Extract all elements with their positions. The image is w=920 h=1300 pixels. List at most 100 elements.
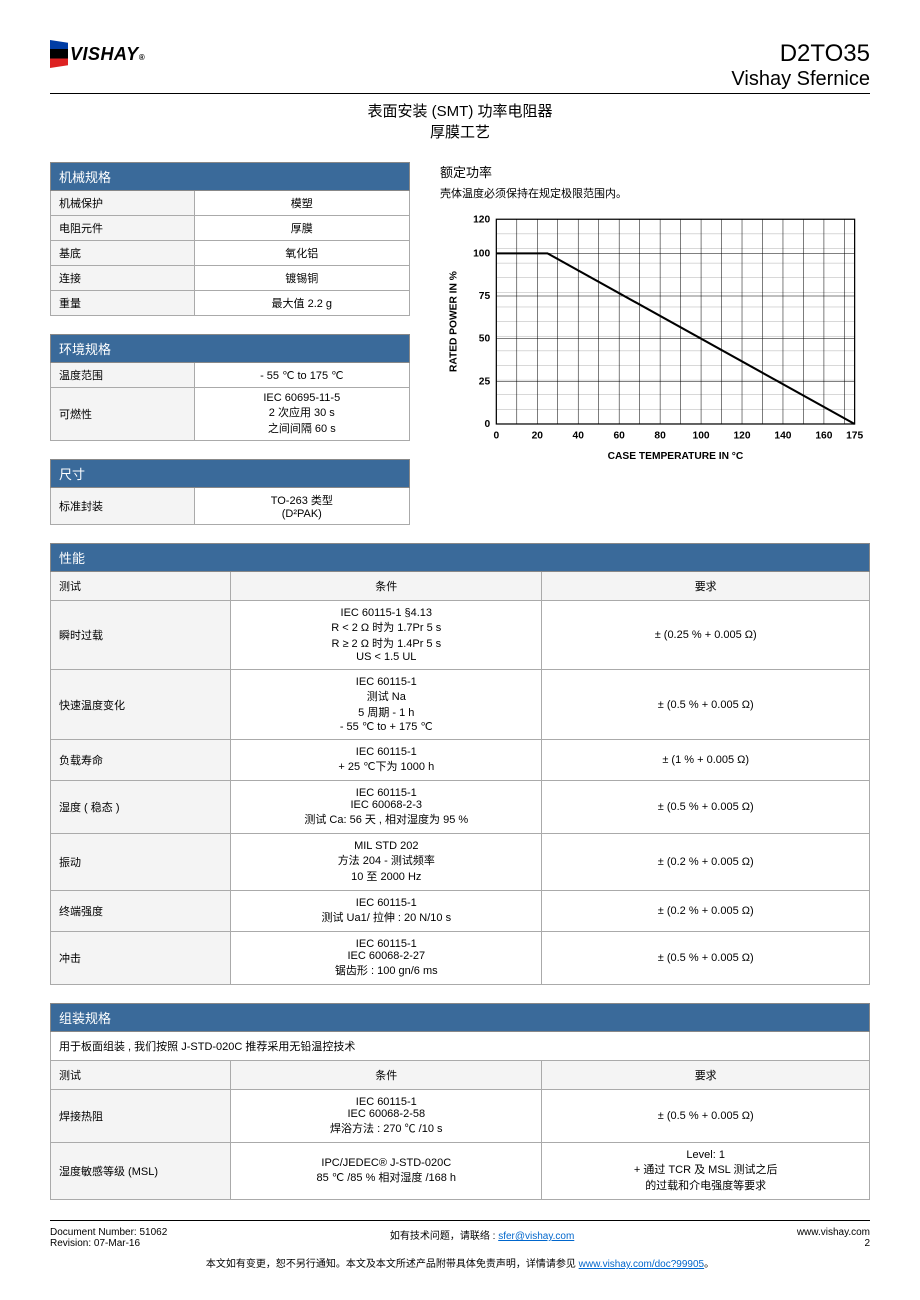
svg-text:CASE TEMPERATURE IN °C: CASE TEMPERATURE IN °C <box>608 451 744 462</box>
table-row-label: 电阻元件 <box>51 216 195 241</box>
table-row-test: 湿度 ( 稳态 ) <box>51 781 231 834</box>
title-line1: 表面安装 (SMT) 功率电阻器 <box>50 100 870 121</box>
svg-text:175: 175 <box>846 430 863 441</box>
table-row-value: 镀锡铜 <box>194 266 409 291</box>
table-row-value: 厚膜 <box>194 216 409 241</box>
docnum-label: Document Number: <box>50 1227 137 1238</box>
svg-text:120: 120 <box>473 214 490 225</box>
svg-text:75: 75 <box>479 291 491 302</box>
rated-power-sub: 壳体温度必须保持在规定极限范围内。 <box>440 185 870 201</box>
title-line2: 厚膜工艺 <box>50 121 870 142</box>
assembly-col-req: 要求 <box>542 1061 870 1090</box>
perf-title: 性能 <box>51 544 870 572</box>
performance-table: 性能 测试 条件 要求 瞬时过载IEC 60115-1 §4.13R < 2 Ω… <box>50 543 870 985</box>
vishay-logo: VISHAY® <box>50 40 145 68</box>
table-row-cond: IEC 60115-1 §4.13R < 2 Ω 时为 1.7Pr 5 sR ≥… <box>231 601 542 670</box>
environmental-spec-table: 环境规格 温度范围- 55 ℃ to 175 ℃可燃性IEC 60695-11-… <box>50 334 410 441</box>
footer-mid: 如有技术问题，请联络 : sfer@vishay.com <box>390 1227 574 1249</box>
table-row-value: - 55 ℃ to 175 ℃ <box>194 363 409 388</box>
brand-name: Vishay Sfernice <box>731 68 870 91</box>
table-row-req: ± (0.2 % + 0.005 Ω) <box>542 891 870 932</box>
perf-col-req: 要求 <box>542 572 870 601</box>
table-row-value: TO-263 类型(D²PAK) <box>194 488 409 525</box>
table-row-req: ± (0.2 % + 0.005 Ω) <box>542 834 870 891</box>
table-row-cond: IEC 60115-1测试 Ua1/ 拉伸 : 20 N/10 s <box>231 891 542 932</box>
table-row-label: 重量 <box>51 291 195 316</box>
table-row-cond: IEC 60115-1IEC 60068-2-27锯齿形 : 100 gn/6 … <box>231 932 542 985</box>
table-row-req: ± (0.5 % + 0.005 Ω) <box>542 1090 870 1143</box>
logo-flag-icon <box>50 40 68 68</box>
dim-title: 尺寸 <box>51 460 410 488</box>
table-row-label: 基底 <box>51 241 195 266</box>
table-row-label: 可燃性 <box>51 388 195 441</box>
derating-chart: 0204060801001201401601750255075100120CAS… <box>440 209 870 465</box>
svg-text:40: 40 <box>573 430 585 441</box>
logo-text: VISHAY® <box>70 44 145 65</box>
table-row-test: 振动 <box>51 834 231 891</box>
disclaimer-link[interactable]: www.vishay.com/doc?99905 <box>579 1259 704 1270</box>
env-title: 环境规格 <box>51 335 410 363</box>
table-row-test: 冲击 <box>51 932 231 985</box>
mech-title: 机械规格 <box>51 163 410 191</box>
table-row-label: 标准封装 <box>51 488 195 525</box>
svg-text:140: 140 <box>774 430 791 441</box>
table-row-value: 模塑 <box>194 191 409 216</box>
table-row-cond: IEC 60115-1IEC 60068-2-3测试 Ca: 56 天 , 相对… <box>231 781 542 834</box>
svg-text:80: 80 <box>654 430 666 441</box>
svg-text:100: 100 <box>693 430 710 441</box>
table-row-req: Level: 1+ 通过 TCR 及 MSL 测试之后的过载和介电强度等要求 <box>542 1143 870 1200</box>
table-row-test: 焊接热阻 <box>51 1090 231 1143</box>
perf-col-test: 测试 <box>51 572 231 601</box>
footer: Document Number: 51062 Revision: 07-Mar-… <box>50 1220 870 1249</box>
mechanical-spec-table: 机械规格 机械保护模塑电阻元件厚膜基底氧化铝连接镀锡铜重量最大值 2.2 g <box>50 162 410 316</box>
assembly-col-cond: 条件 <box>231 1061 542 1090</box>
table-row-req: ± (0.5 % + 0.005 Ω) <box>542 670 870 740</box>
page-header: VISHAY® D2TO35 Vishay Sfernice <box>50 40 870 94</box>
svg-text:60: 60 <box>613 430 625 441</box>
assembly-col-test: 测试 <box>51 1061 231 1090</box>
table-row-value: IEC 60695-11-52 次应用 30 s之间间隔 60 s <box>194 388 409 441</box>
table-row-value: 氧化铝 <box>194 241 409 266</box>
table-row-cond: IEC 60115-1+ 25 ℃下为 1000 h <box>231 740 542 781</box>
footer-right: www.vishay.com 2 <box>797 1227 870 1249</box>
svg-text:160: 160 <box>815 430 832 441</box>
footer-left: Document Number: 51062 Revision: 07-Mar-… <box>50 1227 167 1249</box>
footer-page: 2 <box>864 1238 870 1249</box>
rev-label: Revision: <box>50 1238 91 1249</box>
page-title: 表面安装 (SMT) 功率电阻器 厚膜工艺 <box>50 100 870 142</box>
table-row-value: 最大值 2.2 g <box>194 291 409 316</box>
table-row-test: 瞬时过载 <box>51 601 231 670</box>
svg-text:0: 0 <box>493 430 499 441</box>
assembly-table: 组装规格 用于板面组装 , 我们按照 J-STD-020C 推荐采用无铅温控技术… <box>50 1003 870 1200</box>
table-row-cond: IPC/JEDEC® J-STD-020C85 ℃ /85 % 相对湿度 /16… <box>231 1143 542 1200</box>
svg-text:0: 0 <box>484 419 490 430</box>
disclaimer-suffix: 。 <box>704 1259 714 1270</box>
svg-text:120: 120 <box>733 430 750 441</box>
header-right: D2TO35 Vishay Sfernice <box>731 40 870 91</box>
table-row-test: 负载寿命 <box>51 740 231 781</box>
svg-text:100: 100 <box>473 248 490 259</box>
table-row-label: 连接 <box>51 266 195 291</box>
svg-text:20: 20 <box>532 430 544 441</box>
table-row-req: ± (0.5 % + 0.005 Ω) <box>542 781 870 834</box>
table-row-label: 温度范围 <box>51 363 195 388</box>
contact-prefix: 如有技术问题，请联络 : <box>390 1231 496 1242</box>
table-row-req: ± (1 % + 0.005 Ω) <box>542 740 870 781</box>
table-row-req: ± (0.5 % + 0.005 Ω) <box>542 932 870 985</box>
table-row-req: ± (0.25 % + 0.005 Ω) <box>542 601 870 670</box>
dimensions-table: 尺寸 标准封装TO-263 类型(D²PAK) <box>50 459 410 525</box>
docnum: 51062 <box>139 1227 167 1238</box>
assembly-note: 用于板面组装 , 我们按照 J-STD-020C 推荐采用无铅温控技术 <box>51 1032 870 1061</box>
svg-text:RATED POWER IN %: RATED POWER IN % <box>448 271 459 372</box>
contact-email-link[interactable]: sfer@vishay.com <box>498 1231 574 1242</box>
table-row-test: 湿度敏感等级 (MSL) <box>51 1143 231 1200</box>
table-row-label: 机械保护 <box>51 191 195 216</box>
disclaimer-prefix: 本文如有变更，恕不另行通知。本文及本文所述产品附带具体免责声明，详情请参见 <box>206 1259 576 1270</box>
table-row-cond: IEC 60115-1测试 Na5 周期 - 1 h- 55 ℃ to + 17… <box>231 670 542 740</box>
product-code: D2TO35 <box>731 40 870 68</box>
rev: 07-Mar-16 <box>94 1238 140 1249</box>
perf-col-cond: 条件 <box>231 572 542 601</box>
table-row-test: 终端强度 <box>51 891 231 932</box>
rated-power-title: 额定功率 <box>440 162 870 181</box>
svg-text:25: 25 <box>479 376 491 387</box>
